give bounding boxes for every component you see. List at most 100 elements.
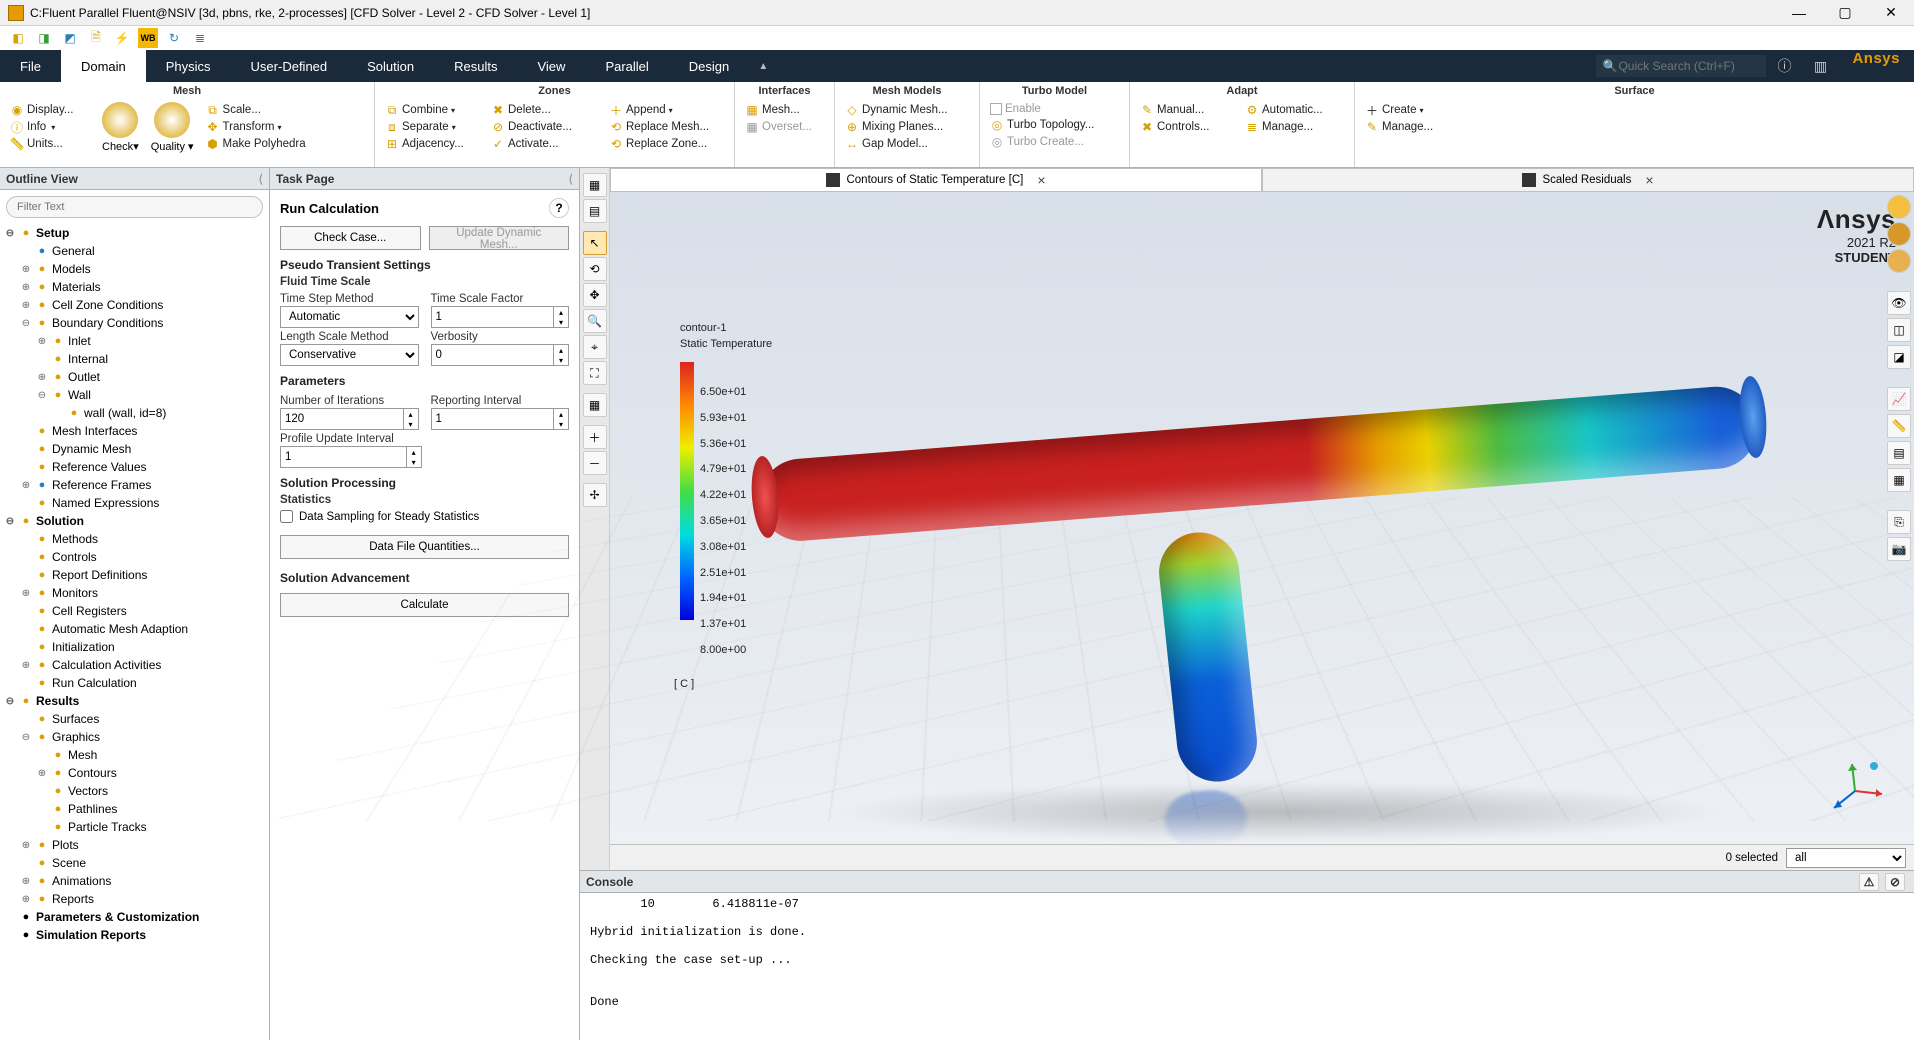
tool-mesh-icon[interactable]: ▦ [583, 173, 607, 197]
menu-tab-user-defined[interactable]: User-Defined [231, 50, 348, 82]
minimize-button[interactable]: — [1776, 0, 1822, 26]
rt-persp-icon[interactable]: ◪ [1887, 345, 1911, 369]
menu-tab-parallel[interactable]: Parallel [585, 50, 668, 82]
tree-params[interactable]: ●Parameters & Customization [0, 908, 269, 926]
tree-g-mesh[interactable]: ●Mesh [0, 746, 269, 764]
expand-icon[interactable]: ⊖ [20, 732, 32, 743]
adapt-manage-button[interactable]: ≣Manage... [1241, 119, 1347, 135]
expand-icon[interactable]: ⊕ [20, 300, 32, 311]
rt-copy-icon[interactable]: ⎘ [1887, 510, 1911, 534]
menu-tab-file[interactable]: File [0, 50, 61, 82]
adjacency-button[interactable]: ⊞Adjacency... [381, 136, 483, 152]
cube-icon[interactable]: ◧ [8, 28, 28, 48]
append-button[interactable]: ＋Append▾ [605, 102, 727, 118]
expand-icon[interactable]: ⊕ [20, 840, 32, 851]
tool-zoom-icon[interactable]: 🔍 [583, 309, 607, 333]
dynamic-mesh-button[interactable]: ◇Dynamic Mesh... [841, 102, 952, 118]
separate-button[interactable]: ⧈Separate▾ [381, 119, 483, 135]
rt-eye-icon[interactable]: 👁 [1887, 291, 1911, 315]
rt-sphere3-icon[interactable] [1887, 249, 1911, 273]
console-warn-icon[interactable]: ⚠ [1859, 873, 1879, 891]
tree-g-particle-tracks[interactable]: ●Particle Tracks [0, 818, 269, 836]
display-button[interactable]: ◉Display... [6, 102, 94, 118]
spin-up[interactable]: ▴ [554, 307, 568, 317]
menu-tab-design[interactable]: Design [669, 50, 749, 82]
deactivate-button[interactable]: ⊘Deactivate... [487, 119, 601, 135]
expand-icon[interactable]: ⊖ [4, 228, 16, 239]
tree-materials[interactable]: ⊕●Materials [0, 278, 269, 296]
menu-tab-physics[interactable]: Physics [146, 50, 231, 82]
tree-g-contours[interactable]: ⊕●Contours [0, 764, 269, 782]
expand-icon[interactable]: ⊕ [36, 336, 48, 347]
expand-icon[interactable]: ⊕ [20, 282, 32, 293]
manual-button[interactable]: ✎Manual... [1136, 102, 1237, 118]
time-step-method-select[interactable]: Automatic [280, 306, 419, 328]
maximize-button[interactable]: ▢ [1822, 0, 1868, 26]
rt-chart-icon[interactable]: 📈 [1887, 387, 1911, 411]
mixing-planes-button[interactable]: ⊕Mixing Planes... [841, 119, 952, 135]
console-output[interactable]: 10 6.418811e-07 Hybrid initialization is… [580, 893, 1914, 1040]
wb-icon[interactable]: WB [138, 28, 158, 48]
rt-camera-icon[interactable]: 📷 [1887, 537, 1911, 561]
ribbon-collapse-icon[interactable]: ▲ [749, 50, 777, 82]
tree-controls[interactable]: ●Controls [0, 548, 269, 566]
reset-icon[interactable]: ↻ [164, 28, 184, 48]
tree-report-def[interactable]: ●Report Definitions [0, 566, 269, 584]
gap-model-button[interactable]: ↔Gap Model... [841, 136, 952, 152]
tree-wall-child[interactable]: ●wall (wall, id=8) [0, 404, 269, 422]
menu-tab-domain[interactable]: Domain [61, 50, 146, 82]
tree-internal[interactable]: ●Internal [0, 350, 269, 368]
activate-button[interactable]: ✓Activate... [487, 136, 601, 152]
expand-icon[interactable]: ⊕ [20, 480, 32, 491]
quality-button[interactable]: Quality ▾ [151, 102, 194, 153]
tree-outlet[interactable]: ⊕●Outlet [0, 368, 269, 386]
tool-layers-icon[interactable]: ▤ [583, 199, 607, 223]
tool-zoomin-icon[interactable]: ＋ [583, 425, 607, 449]
turbo-enable-chk[interactable]: Enable [986, 102, 1098, 116]
tree-inlet[interactable]: ⊕●Inlet [0, 332, 269, 350]
expand-icon[interactable]: ⊖ [20, 318, 32, 329]
tree-sim-reports[interactable]: ●Simulation Reports [0, 926, 269, 944]
tool-probe-icon[interactable]: ▦ [583, 393, 607, 417]
expand-icon[interactable]: ⊕ [20, 894, 32, 905]
spin-down[interactable]: ▾ [554, 317, 568, 327]
help-icon[interactable]: ⓘ [1766, 50, 1802, 82]
tab-contours[interactable]: Contours of Static Temperature [C]× [610, 168, 1262, 192]
expand-icon[interactable]: ⊖ [4, 696, 16, 707]
list-icon[interactable]: ≣ [190, 28, 210, 48]
rt-legend-icon[interactable]: ▤ [1887, 441, 1911, 465]
tree-mesh-interfaces[interactable]: ●Mesh Interfaces [0, 422, 269, 440]
reporting-interval-input[interactable] [431, 408, 554, 430]
expand-icon[interactable]: ⊕ [20, 264, 32, 275]
selection-filter-select[interactable]: all [1786, 848, 1906, 868]
rt-sphere2-icon[interactable] [1887, 222, 1911, 246]
overset-button[interactable]: ▦Overset... [741, 119, 816, 135]
tree-scene[interactable]: ●Scene [0, 854, 269, 872]
info-button[interactable]: ⓘInfo▾ [6, 119, 94, 135]
polyhedra-button[interactable]: ⬢Make Polyhedra [202, 136, 320, 152]
length-scale-method-select[interactable]: Conservative [280, 344, 419, 366]
tool-pointer-icon[interactable]: ↖ [583, 231, 607, 255]
rt-ruler-icon[interactable]: 📏 [1887, 414, 1911, 438]
tree-reports[interactable]: ⊕●Reports [0, 890, 269, 908]
help-button[interactable]: ? [549, 198, 569, 218]
tree-cellzone[interactable]: ⊕●Cell Zone Conditions [0, 296, 269, 314]
tree-bc[interactable]: ⊖●Boundary Conditions [0, 314, 269, 332]
scale-button[interactable]: ⧉Scale... [202, 102, 320, 118]
expand-icon[interactable]: ⊖ [36, 390, 48, 401]
tool-rotate-icon[interactable]: ⟲ [583, 257, 607, 281]
layout-icon[interactable]: ▥ [1802, 50, 1838, 82]
tree-wall[interactable]: ⊖●Wall [0, 386, 269, 404]
tree-animations[interactable]: ⊕●Animations [0, 872, 269, 890]
menu-tab-solution[interactable]: Solution [347, 50, 434, 82]
combine-button[interactable]: ⧉Combine▾ [381, 102, 483, 118]
tree-surfaces[interactable]: ●Surfaces [0, 710, 269, 728]
outline-filter-input[interactable] [6, 196, 263, 218]
expand-icon[interactable]: ⊖ [4, 516, 16, 527]
tree-ref-values[interactable]: ●Reference Values [0, 458, 269, 476]
tree-setup[interactable]: ⊖●Setup [0, 224, 269, 242]
automatic-button[interactable]: ⚙Automatic... [1241, 102, 1347, 118]
create-surface-button[interactable]: ＋Create▾ [1361, 102, 1437, 118]
tree-solution[interactable]: ⊖●Solution [0, 512, 269, 530]
expand-icon[interactable]: ⊕ [36, 372, 48, 383]
